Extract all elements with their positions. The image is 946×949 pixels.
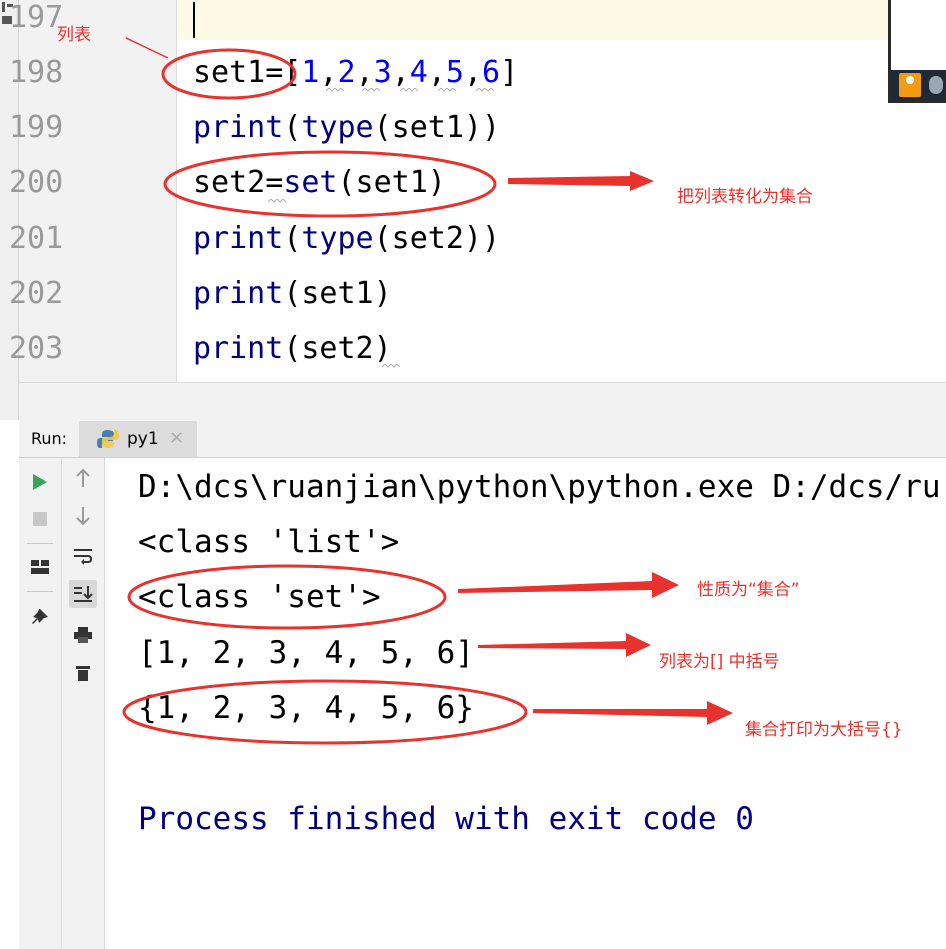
weak-warning-underline <box>382 364 401 368</box>
print-icon[interactable] <box>69 621 97 649</box>
panel-splitter[interactable] <box>19 382 946 422</box>
trash-icon[interactable] <box>69 659 97 687</box>
overlay-control-bar <box>891 70 946 100</box>
pin-icon[interactable] <box>26 603 54 631</box>
line-number: 201 <box>9 221 64 256</box>
annotation-type-note: 性质为“集合” <box>697 580 800 600</box>
code-line[interactable]: print(type(set1)) <box>193 110 500 145</box>
video-overlay-thumbnail[interactable] <box>888 0 946 103</box>
code-line[interactable]: set1=[1,2,3,4,5,6] <box>193 55 518 90</box>
code-line[interactable]: print(set2) <box>193 331 392 366</box>
arrow-down-icon[interactable] <box>69 502 97 530</box>
stop-icon[interactable] <box>26 505 54 533</box>
microphone-icon[interactable] <box>929 76 943 94</box>
line-number: 200 <box>9 165 64 200</box>
annotation-braces-note: 集合打印为大括号{} <box>745 720 903 740</box>
weak-warning-underline <box>268 199 287 203</box>
annotation-brackets-note: 列表为[] 中括号 <box>659 652 780 672</box>
line-number: 198 <box>9 55 64 90</box>
console-line: [1, 2, 3, 4, 5, 6] <box>138 635 474 671</box>
line-number: 202 <box>9 276 64 311</box>
run-toolbar-primary <box>19 458 62 949</box>
weak-warning-underline <box>326 88 495 92</box>
scroll-to-end-icon[interactable] <box>69 580 97 608</box>
code-line[interactable]: print(type(set2)) <box>193 221 500 256</box>
console-line: {1, 2, 3, 4, 5, 6} <box>138 690 474 726</box>
text-caret <box>193 2 195 38</box>
python-icon <box>97 430 119 448</box>
console-line: D:\dcs\ruanjian\python\python.exe D:/dcs… <box>138 469 941 505</box>
annotation-convert-note: 把列表转化为集合 <box>677 187 813 207</box>
process-finished-message: Process finished with exit code 0 <box>138 801 754 837</box>
person-icon[interactable] <box>899 73 921 97</box>
line-number: 197 <box>9 0 64 35</box>
layout-icon[interactable] <box>26 553 54 581</box>
current-line-highlight <box>177 0 946 40</box>
console-line: <class 'set'> <box>138 579 381 615</box>
line-number: 199 <box>9 110 64 145</box>
code-line[interactable]: set2=set(set1) <box>193 165 446 200</box>
annotation-list-note: 列表 <box>57 25 91 45</box>
soft-wrap-icon[interactable] <box>69 542 97 570</box>
run-label: Run: <box>31 429 68 448</box>
run-toolbar-secondary <box>62 458 105 949</box>
run-tool-window-header: Run: py1 × <box>19 421 946 458</box>
toolbar-divider <box>27 543 53 544</box>
arrow-up-icon[interactable] <box>69 464 97 492</box>
console-line: <class 'list'> <box>138 524 400 560</box>
line-number: 203 <box>9 331 64 366</box>
toolbar-divider <box>27 591 53 592</box>
run-tab-py1[interactable]: py1 × <box>79 421 197 457</box>
code-line[interactable]: print(set1) <box>193 276 392 311</box>
tab-label: py1 <box>127 429 159 449</box>
close-tab-icon[interactable]: × <box>169 427 184 448</box>
play-icon[interactable] <box>26 468 54 496</box>
